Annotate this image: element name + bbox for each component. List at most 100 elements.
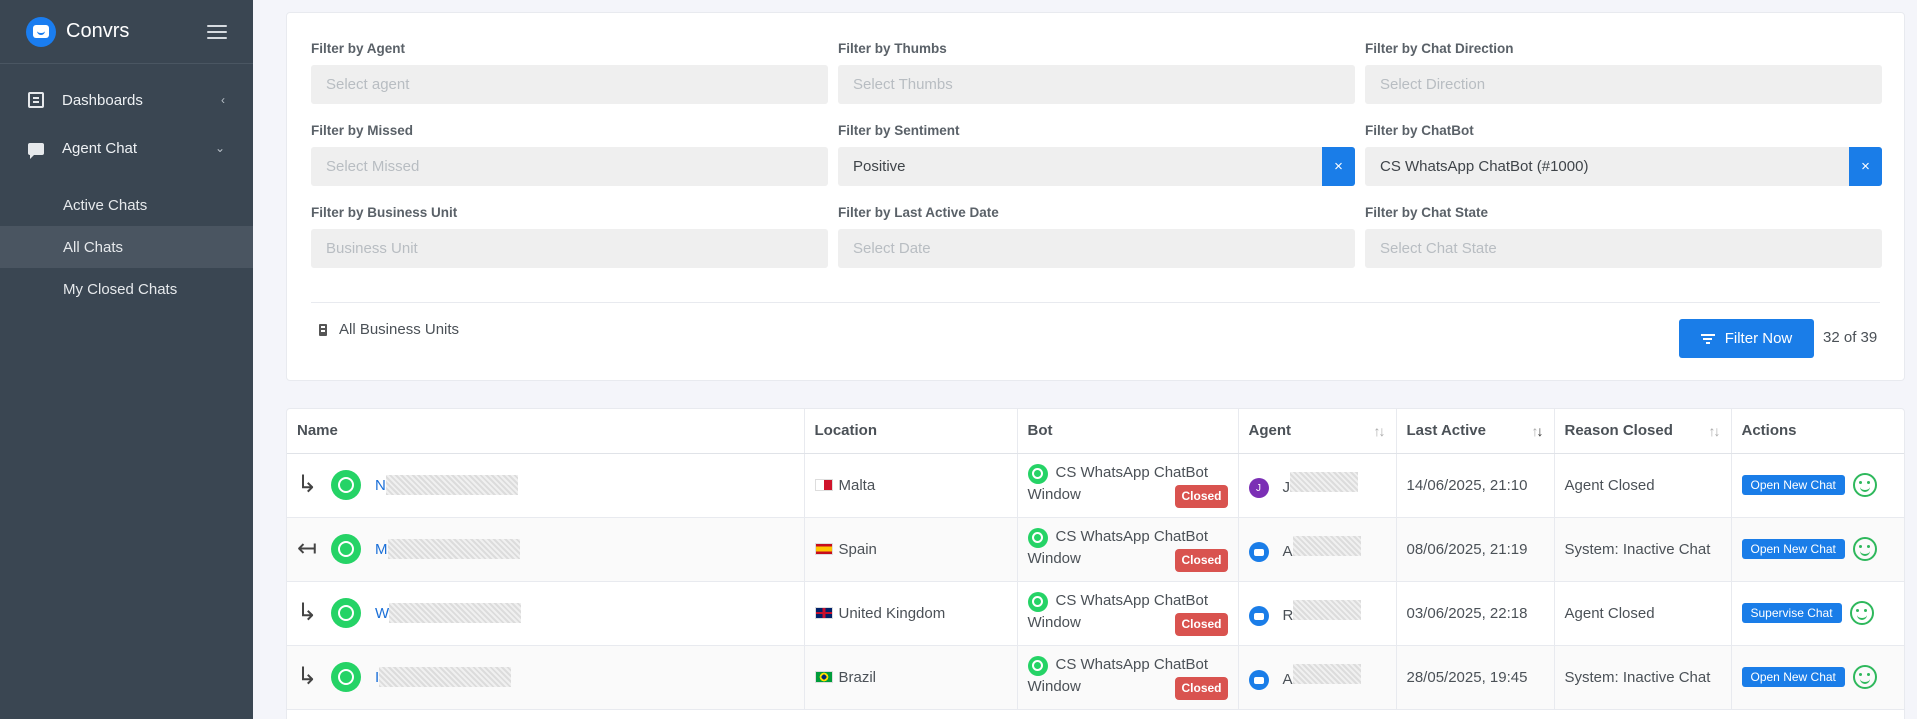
table-row[interactable]: ↳ N Malta CS WhatsApp ChatBot Window Clos… [287, 453, 1904, 518]
dashboard-icon [28, 92, 44, 108]
column-header-last-active[interactable]: Last Active ↑↓ [1396, 409, 1555, 454]
status-badge: Closed [1175, 676, 1228, 700]
chats-table: Name Location Bot Agent ↑↓ Last Active ↑↓ … [286, 408, 1905, 719]
chatbot-select[interactable]: CS WhatsApp ChatBot (#1000) × [1365, 147, 1882, 186]
location-text: Brazil [838, 668, 877, 686]
filter-now-button[interactable]: Filter Now [1679, 319, 1814, 358]
agent-name-initial: J [1282, 478, 1291, 496]
filter-sentiment: Filter by Sentiment Positive × [838, 123, 1355, 186]
flag-icon [814, 606, 833, 619]
action-button[interactable]: Open New Chat [1741, 667, 1845, 687]
agent-name-initial: R [1282, 606, 1294, 624]
redacted-name [385, 475, 518, 495]
sidebar-item-all-chats[interactable]: All Chats [0, 226, 253, 268]
building-icon [319, 323, 327, 336]
contact-name-link[interactable]: W [375, 605, 389, 622]
smiley-icon[interactable] [1852, 473, 1877, 497]
bot-window: Window [1027, 677, 1081, 695]
location-text: United Kingdom [838, 604, 946, 622]
sentiment-select[interactable]: Positive × [838, 147, 1355, 186]
agent-select[interactable]: Select agent [311, 65, 828, 104]
chat-state-select[interactable]: Select Chat State [1365, 229, 1882, 268]
bot-window: Window [1027, 549, 1081, 567]
smiley-icon[interactable] [1852, 537, 1877, 561]
location-cell: Malta [804, 453, 1018, 518]
direction-arrow-icon: ↤ [297, 535, 318, 562]
column-header-reason-closed[interactable]: Reason Closed ↑↓ [1554, 409, 1732, 454]
name-cell: ↳ W [287, 581, 805, 646]
actions-cell: Open New Chat [1731, 453, 1904, 518]
whatsapp-icon [1027, 463, 1048, 484]
sidebar-item-label: Agent Chat [62, 139, 138, 157]
flag-icon [814, 670, 833, 683]
name-cell: ↳ N [287, 453, 805, 518]
result-count: 32 of 39 [1823, 329, 1878, 346]
whatsapp-icon [1027, 655, 1048, 676]
last-active-cell: 28/05/2025, 19:45 [1396, 645, 1555, 710]
direction-select[interactable]: Select Direction [1365, 65, 1882, 104]
bot-cell: CS WhatsApp ChatBot Window Closed [1017, 453, 1239, 518]
location-cell: Brazil [804, 645, 1018, 710]
last-active-cell: 08/06/2025, 21:19 [1396, 517, 1555, 582]
bot-name: CS WhatsApp ChatBot [1055, 656, 1209, 674]
sidebar-item-my-closed-chats[interactable]: My Closed Chats [0, 268, 253, 310]
location-text: Malta [838, 476, 876, 494]
smiley-icon[interactable] [1849, 601, 1874, 625]
chevron-down-icon: ⌄ [214, 141, 225, 155]
convrs-logo-icon [26, 16, 56, 47]
sidebar-item-dashboards[interactable]: Dashboards ‹ [0, 76, 253, 124]
action-button[interactable]: Open New Chat [1741, 475, 1845, 495]
sort-icon[interactable]: ↑↓ [1709, 423, 1721, 439]
chat-icon [28, 143, 44, 159]
filter-chat-state: Filter by Chat State Select Chat State [1365, 205, 1882, 268]
whatsapp-icon [1027, 527, 1048, 548]
column-header-location: Location [804, 409, 1018, 454]
table-row[interactable]: ↳ W United Kingdom CS WhatsApp ChatBot W… [287, 581, 1904, 646]
sort-desc-icon[interactable]: ↑↓ [1532, 423, 1544, 439]
clear-sentiment-button[interactable]: × [1322, 147, 1355, 186]
missed-select[interactable]: Select Missed [311, 147, 828, 186]
sidebar-item-label: Dashboards [62, 91, 143, 109]
filter-now-label: Filter Now [1724, 330, 1793, 347]
bot-cell: CS WhatsApp ChatBot Window Closed [1017, 645, 1239, 710]
location-text: Spain [838, 540, 877, 558]
filter-last-active: Filter by Last Active Date Select Date [838, 205, 1355, 268]
bot-name: CS WhatsApp ChatBot [1055, 464, 1209, 482]
all-business-units[interactable]: All Business Units [319, 321, 459, 338]
agent-cell: JJ [1238, 453, 1397, 518]
actions-cell: Supervise Chat [1731, 581, 1904, 646]
agent-cell: R [1238, 581, 1397, 646]
divider [311, 302, 1880, 303]
sidebar-item-agent-chat[interactable]: Agent Chat ⌄ [0, 124, 253, 172]
filter-direction-label: Filter by Chat Direction [1365, 41, 1514, 56]
action-button[interactable]: Open New Chat [1741, 539, 1845, 559]
filter-chatbot: Filter by ChatBot CS WhatsApp ChatBot (#… [1365, 123, 1882, 186]
contact-name-link[interactable]: M [375, 541, 388, 558]
bot-cell: CS WhatsApp ChatBot Window Closed [1017, 581, 1239, 646]
bot-cell: CS WhatsApp ChatBot Window Closed [1017, 517, 1239, 582]
filter-panel: Filter by Agent Select agent Filter by T… [286, 12, 1905, 381]
clear-chatbot-button[interactable]: × [1849, 147, 1882, 186]
flag-icon [814, 542, 833, 555]
action-button[interactable]: Supervise Chat [1741, 603, 1842, 623]
business-unit-select[interactable]: Business Unit [311, 229, 828, 268]
table-row[interactable]: ↳ I Brazil CS WhatsApp ChatBot Window Clo… [287, 645, 1904, 710]
flag-icon [814, 478, 833, 491]
agent-name-initial: A [1282, 542, 1293, 560]
contact-name-link[interactable]: N [375, 477, 386, 494]
chatbot-value: CS WhatsApp ChatBot (#1000) [1380, 158, 1589, 175]
smiley-icon[interactable] [1852, 665, 1877, 689]
sort-icon[interactable]: ↑↓ [1374, 423, 1386, 439]
thumbs-select[interactable]: Select Thumbs [838, 65, 1355, 104]
table-row[interactable]: ↤ M Spain CS WhatsApp ChatBot Window Clos… [287, 517, 1904, 582]
column-header-agent[interactable]: Agent ↑↓ [1238, 409, 1397, 454]
column-header-last-active-label: Last Active [1406, 422, 1486, 440]
filter-missed: Filter by Missed Select Missed [311, 123, 828, 186]
agent-avatar: J [1248, 478, 1269, 499]
last-active-date-picker[interactable]: Select Date [838, 229, 1355, 268]
status-badge: Closed [1175, 548, 1228, 572]
sidebar-item-active-chats[interactable]: Active Chats [0, 184, 253, 226]
brand-header: Convrs [0, 0, 253, 64]
hamburger-menu-icon[interactable] [207, 24, 227, 39]
agent-avatar [1248, 606, 1269, 627]
